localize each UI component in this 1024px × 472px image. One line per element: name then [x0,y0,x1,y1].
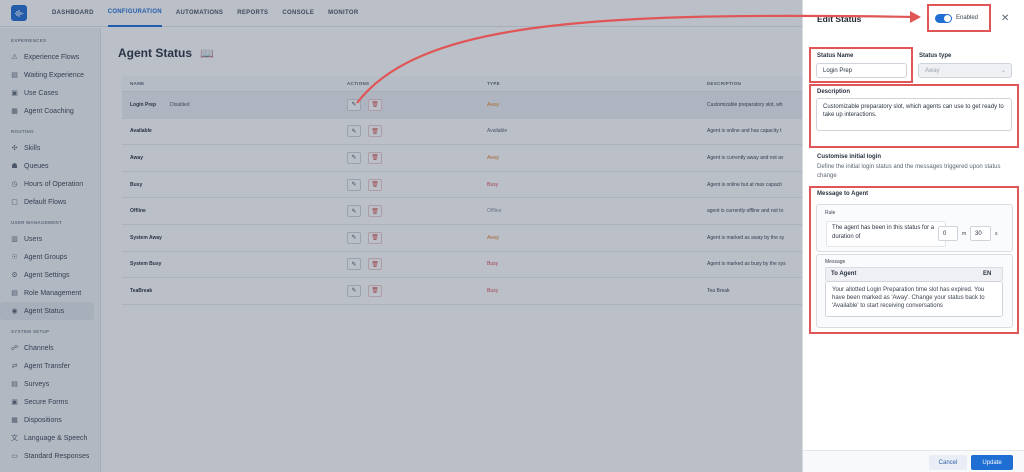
panel-title: Edit Status [817,14,862,24]
enabled-toggle[interactable] [935,13,952,23]
rule-text: The agent has been in this status for a … [832,225,935,240]
panel-footer: Cancel Update [803,450,1024,472]
cancel-button[interactable]: Cancel [929,455,967,470]
message-body-textarea[interactable]: Your allotted Login Preparation time slo… [825,281,1003,317]
enabled-toggle-label: Enabled [956,15,979,21]
rule-duration-first-unit: m [962,231,967,237]
status-type-value: Away [925,67,940,74]
update-button[interactable]: Update [971,455,1013,470]
enabled-toggle-highlight: Enabled [927,4,991,32]
rule-label: Rule [825,210,836,216]
close-icon[interactable]: ✕ [1001,13,1009,24]
edit-status-panel: Edit Status Enabled ✕ Status Name Login … [802,0,1024,472]
status-type-select[interactable]: Away ⌄ [918,63,1012,78]
description-textarea[interactable]: Customizable preparatory slot, which age… [816,98,1012,131]
modal-backdrop[interactable] [0,0,802,472]
to-agent-label: To Agent [831,271,857,277]
rule-duration-second-unit: s [995,231,998,237]
rule-box: Rule The agent has been in this status f… [816,204,1013,252]
status-name-label: Status Name [817,53,854,59]
status-name-input[interactable]: Login Prep [816,63,907,78]
description-label: Description [817,89,851,95]
message-label: Message [825,259,846,265]
message-box: Message To Agent EN Your allotted Login … [816,254,1013,328]
rule-duration-first-input[interactable]: 0 [938,226,958,241]
chevron-down-icon: ⌄ [1000,68,1006,74]
message-to-agent-label: Message to Agent [817,191,869,197]
rule-duration-second-input[interactable]: 30 [970,226,991,241]
status-type-label: Status type [919,53,952,59]
language-code: EN [983,271,992,277]
initial-login-label: Customise initial login [817,154,882,160]
initial-login-description: Define the initial login status and the … [817,164,1001,179]
